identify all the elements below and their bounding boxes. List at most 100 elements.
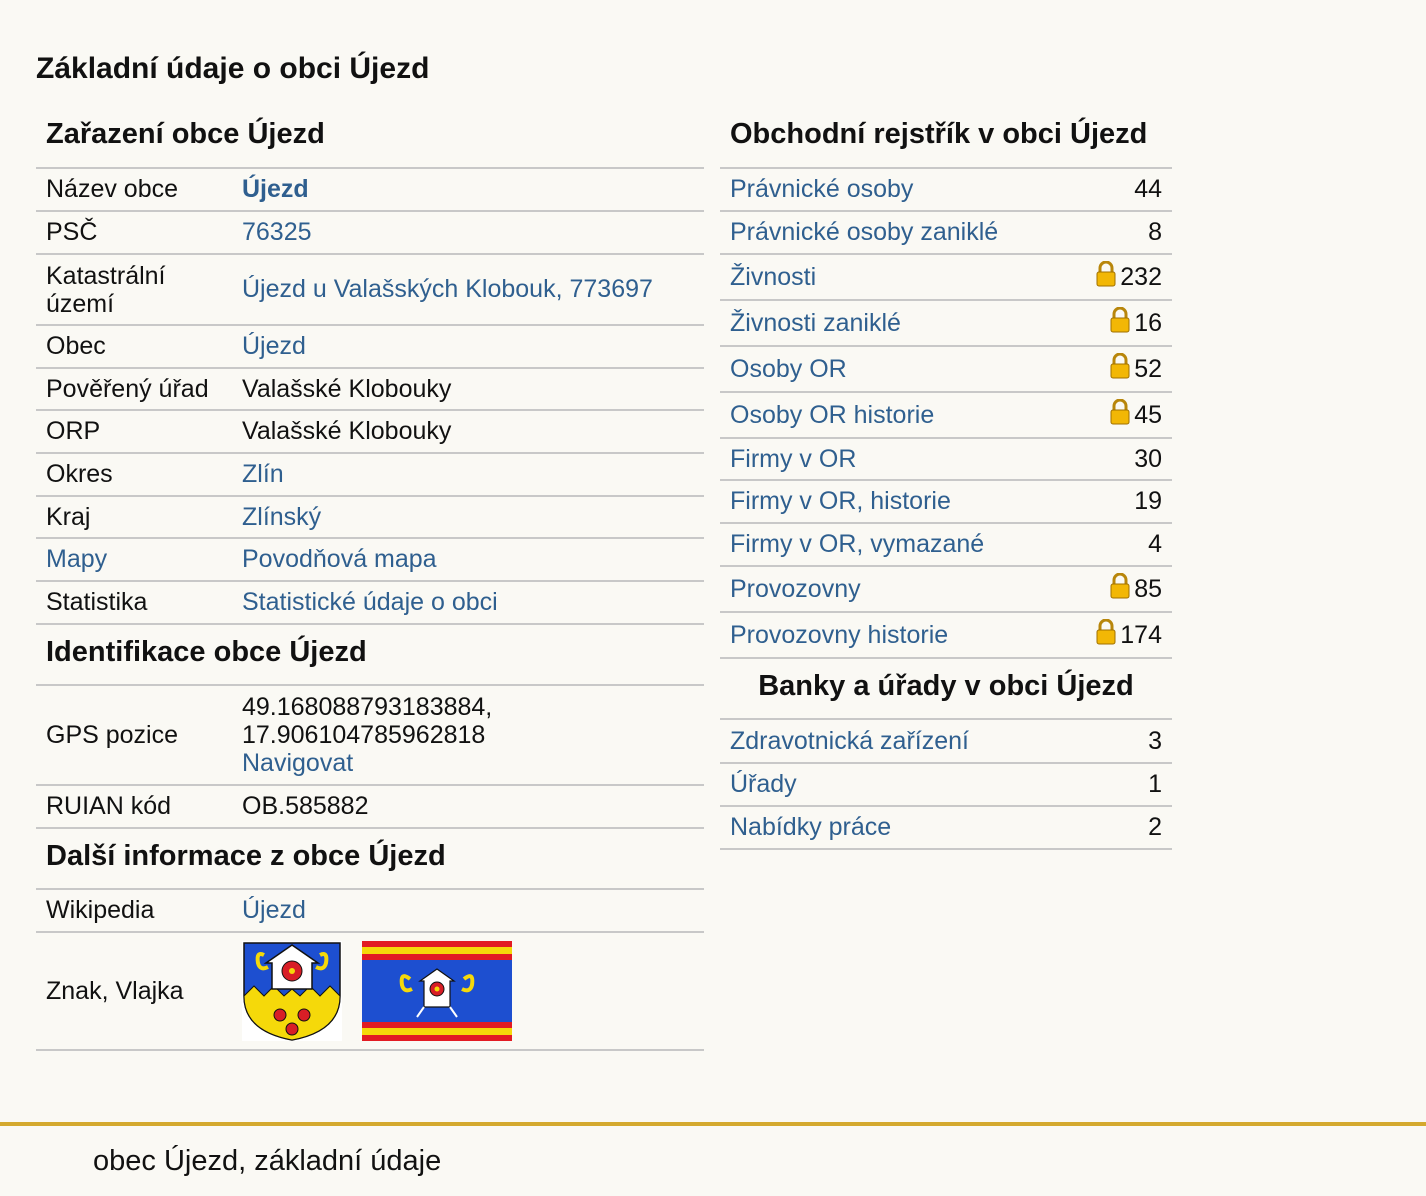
lock-icon xyxy=(1110,572,1130,606)
row-count: 19 xyxy=(1068,480,1172,524)
povodnova-mapa-link[interactable]: Povodňová mapa xyxy=(242,545,437,573)
row-label: Wikipedia xyxy=(36,890,232,933)
dalsi-table: Wikipedia Újezd Znak, Vlajka xyxy=(36,890,704,1051)
statistika-link[interactable]: Statistické údaje o obci xyxy=(242,588,498,616)
row-value: Valašské Klobouky xyxy=(232,368,704,411)
table-row: Osoby OR 52 xyxy=(720,346,1172,393)
firmy-v-or-historie-link[interactable]: Firmy v OR, historie xyxy=(730,487,951,515)
row-label: PSČ xyxy=(36,211,232,255)
table-row: Znak, Vlajka xyxy=(36,932,704,1051)
footer-text: obec Újezd, základní údaje xyxy=(93,1145,442,1177)
table-row: Živnosti 232 xyxy=(720,254,1172,301)
table-row: Kraj Zlínský xyxy=(36,496,704,539)
page-title: Základní údaje o obci Újezd xyxy=(36,52,430,85)
table-row: Firmy v OR, vymazané 4 xyxy=(720,523,1172,567)
gps-latitude: 49.168088793183884, xyxy=(242,693,493,721)
row-label: ORP xyxy=(36,410,232,454)
obec-link[interactable]: Újezd xyxy=(242,332,306,360)
firmy-v-or-link[interactable]: Firmy v OR xyxy=(730,445,856,473)
psc-link[interactable]: 76325 xyxy=(242,218,312,246)
row-count: 45 xyxy=(1134,400,1162,429)
gps-longitude: 17.906104785962818 xyxy=(242,721,486,749)
table-row: GPS pozice 49.168088793183884, 17.906104… xyxy=(36,686,704,786)
urady-link[interactable]: Úřady xyxy=(730,770,797,798)
table-row: Provozovny 85 xyxy=(720,566,1172,613)
table-row: Statistika Statistické údaje o obci xyxy=(36,581,704,625)
wikipedia-link[interactable]: Újezd xyxy=(242,896,306,924)
row-label: Statistika xyxy=(36,581,232,625)
lock-icon xyxy=(1096,260,1116,294)
footer-divider xyxy=(0,1122,1426,1126)
pravnicke-osoby-link[interactable]: Právnické osoby xyxy=(730,175,913,203)
zdravotnicka-zarizeni-link[interactable]: Zdravotnická zařízení xyxy=(730,727,969,755)
left-column: Zařazení obce Újezd Název obce Újezd PSČ… xyxy=(36,112,704,1051)
lock-icon xyxy=(1096,618,1116,652)
nabidky-prace-link[interactable]: Nabídky práce xyxy=(730,813,891,841)
table-row: Právnické osoby 44 xyxy=(720,169,1172,212)
table-row: PSČ 76325 xyxy=(36,211,704,255)
row-count: 30 xyxy=(1068,438,1172,481)
okres-link[interactable]: Zlín xyxy=(242,460,284,488)
row-count: 16 xyxy=(1134,308,1162,337)
right-column: Obchodní rejstřík v obci Újezd Právnické… xyxy=(720,112,1172,850)
table-row: Wikipedia Újezd xyxy=(36,890,704,933)
table-row: Obec Újezd xyxy=(36,325,704,369)
row-count: 52 xyxy=(1134,354,1162,383)
osoby-or-historie-link[interactable]: Osoby OR historie xyxy=(730,401,934,429)
lock-icon xyxy=(1110,306,1130,340)
provozovny-historie-link[interactable]: Provozovny historie xyxy=(730,621,948,649)
table-row: Zdravotnická zařízení 3 xyxy=(720,720,1172,764)
row-label: GPS pozice xyxy=(36,686,232,786)
pravnicke-osoby-zanikle-link[interactable]: Právnické osoby zaniklé xyxy=(730,218,998,246)
table-row: Úřady 1 xyxy=(720,763,1172,807)
row-count: 232 xyxy=(1120,262,1162,291)
table-row: Firmy v OR, historie 19 xyxy=(720,480,1172,524)
table-row: Firmy v OR 30 xyxy=(720,438,1172,481)
row-label: Znak, Vlajka xyxy=(36,932,232,1051)
row-count: 44 xyxy=(1068,169,1172,212)
obchodni-table: Právnické osoby 44 Právnické osoby zanik… xyxy=(720,169,1172,659)
banky-title: Banky a úřady v obci Újezd xyxy=(720,659,1172,720)
identifikace-title: Identifikace obce Újezd xyxy=(36,625,704,686)
zivnosti-zanikle-link[interactable]: Živnosti zaniklé xyxy=(730,309,901,337)
nazev-obce-link[interactable]: Újezd xyxy=(242,175,309,203)
navigovat-link[interactable]: Navigovat xyxy=(242,749,353,777)
flag-image[interactable] xyxy=(362,941,512,1041)
obchodni-title: Obchodní rejstřík v obci Újezd xyxy=(720,112,1172,169)
row-value: Valašské Klobouky xyxy=(232,410,704,454)
provozovny-link[interactable]: Provozovny xyxy=(730,575,861,603)
coat-of-arms-image[interactable] xyxy=(242,941,342,1041)
row-count: 8 xyxy=(1068,211,1172,255)
dalsi-title: Další informace z obce Újezd xyxy=(36,829,704,890)
lock-icon xyxy=(1110,398,1130,432)
table-row: Nabídky práce 2 xyxy=(720,806,1172,850)
row-count: 3 xyxy=(1119,720,1172,764)
row-label: Katastrální území xyxy=(36,254,232,326)
table-row: Provozovny historie 174 xyxy=(720,612,1172,659)
mapy-link[interactable]: Mapy xyxy=(46,545,107,573)
row-label: Okres xyxy=(36,453,232,497)
zarazeni-title: Zařazení obce Újezd xyxy=(36,112,704,169)
row-count: 85 xyxy=(1134,574,1162,603)
row-count: 174 xyxy=(1120,620,1162,649)
osoby-or-link[interactable]: Osoby OR xyxy=(730,355,847,383)
table-row: Název obce Újezd xyxy=(36,169,704,212)
lock-icon xyxy=(1110,352,1130,386)
table-row: Právnické osoby zaniklé 8 xyxy=(720,211,1172,255)
table-row: Okres Zlín xyxy=(36,453,704,497)
row-label: Kraj xyxy=(36,496,232,539)
table-row: RUIAN kód OB.585882 xyxy=(36,785,704,829)
row-count: 1 xyxy=(1119,763,1172,807)
table-row: ORP Valašské Klobouky xyxy=(36,410,704,454)
table-row: Katastrální území Újezd u Valašských Klo… xyxy=(36,254,704,326)
zivnosti-link[interactable]: Živnosti xyxy=(730,263,816,291)
row-label: Obec xyxy=(36,325,232,369)
kraj-link[interactable]: Zlínský xyxy=(242,503,321,531)
table-row: Živnosti zaniklé 16 xyxy=(720,300,1172,347)
table-row: Pověřený úřad Valašské Klobouky xyxy=(36,368,704,411)
banky-table: Zdravotnická zařízení 3 Úřady 1 Nabídky … xyxy=(720,720,1172,850)
firmy-v-or-vymazane-link[interactable]: Firmy v OR, vymazané xyxy=(730,530,984,558)
katastralni-uzemi-link[interactable]: Újezd u Valašských Klobouk, 773697 xyxy=(242,275,653,303)
table-row: Osoby OR historie 45 xyxy=(720,392,1172,439)
table-row: Mapy Povodňová mapa xyxy=(36,538,704,582)
